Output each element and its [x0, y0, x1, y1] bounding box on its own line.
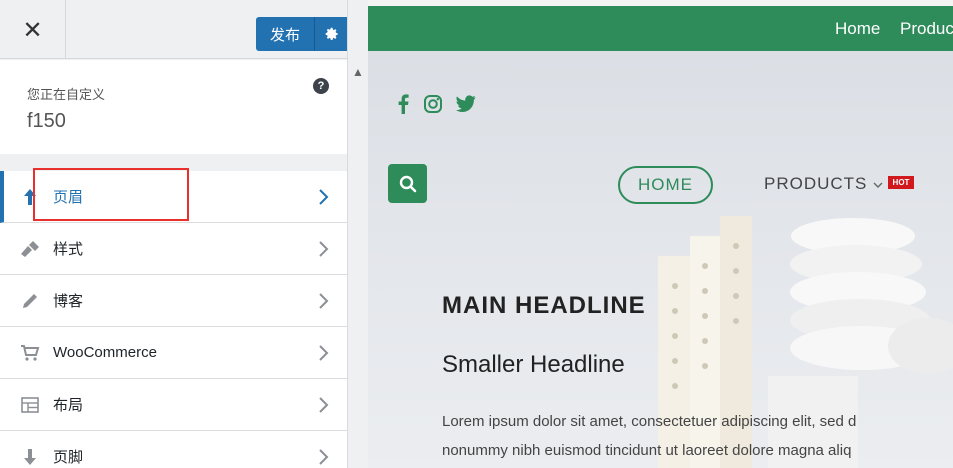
menu-item-label: 样式	[53, 241, 84, 258]
publish-settings-button[interactable]	[315, 27, 347, 41]
top-nav-products[interactable]: Produc	[900, 19, 953, 39]
site-title: f150	[27, 110, 66, 132]
arrow-up-icon	[20, 187, 40, 207]
menu-item-label: 页眉	[53, 189, 84, 206]
menu-item-woocommerce[interactable]: WooCommerce	[0, 327, 347, 379]
scroll-up-arrow[interactable]: ▲	[348, 62, 368, 82]
body-text-line-1: Lorem ipsum dolor sit amet, consectetuer…	[442, 413, 857, 430]
customizer-header: ✕ 发布	[0, 0, 347, 59]
chevron-right-icon	[319, 344, 329, 361]
chevron-right-icon	[319, 292, 329, 309]
facebook-icon[interactable]	[393, 94, 413, 114]
menu-item-label: WooCommerce	[53, 344, 157, 361]
brush-icon	[20, 239, 40, 259]
section-gap	[0, 154, 347, 171]
menu-item-label: 布局	[53, 397, 84, 414]
publish-button[interactable]: 发布	[256, 24, 314, 45]
site-frame: Home Produc HOME PRODUCTS HOT MAIN HEADL…	[368, 6, 953, 468]
instagram-icon[interactable]	[423, 94, 443, 114]
chevron-right-icon	[319, 188, 329, 205]
gear-icon	[325, 27, 338, 40]
help-icon[interactable]: ?	[313, 78, 329, 94]
menu-item-layout[interactable]: 布局	[0, 379, 347, 431]
pencil-icon	[20, 291, 40, 311]
nav-home[interactable]: HOME	[618, 166, 713, 204]
menu-item-style[interactable]: 样式	[0, 223, 347, 275]
search-icon	[399, 175, 416, 192]
customizer-panel: ✕ 发布 您正在自定义 f150 ? 页眉 样式 博客 WooCommerce …	[0, 0, 348, 468]
top-nav-home[interactable]: Home	[835, 19, 880, 39]
main-headline: MAIN HEADLINE	[442, 292, 646, 319]
chevron-down-icon	[873, 182, 883, 188]
menu-item-label: 博客	[53, 293, 84, 310]
nav-products-label: PRODUCTS	[764, 174, 868, 193]
menu-item-header[interactable]: 页眉	[0, 171, 347, 223]
customizing-info: 您正在自定义 f150 ?	[0, 60, 347, 154]
twitter-icon[interactable]	[456, 94, 476, 114]
publish-button-group: 发布	[256, 17, 347, 51]
hot-badge: HOT	[888, 176, 914, 189]
chevron-right-icon	[319, 448, 329, 465]
close-button[interactable]: ✕	[0, 0, 66, 59]
chevron-right-icon	[319, 396, 329, 413]
body-text-line-2: nonummy nibh euismod tincidunt ut laoree…	[442, 442, 852, 459]
site-top-bar: Home Produc	[368, 6, 953, 51]
menu-item-footer[interactable]: 页脚	[0, 431, 347, 468]
cart-icon	[20, 343, 40, 363]
chevron-right-icon	[319, 240, 329, 257]
close-icon: ✕	[22, 15, 43, 44]
arrow-down-icon	[20, 447, 40, 467]
customizing-label: 您正在自定义	[27, 87, 106, 102]
search-button[interactable]	[388, 164, 427, 203]
menu-item-label: 页脚	[53, 449, 84, 466]
layout-icon	[20, 395, 40, 415]
smaller-headline: Smaller Headline	[442, 351, 625, 378]
nav-products[interactable]: PRODUCTS	[764, 174, 883, 194]
site-preview: ▲ Home Produc HOME PRODUCTS HOT MAIN HEA…	[348, 0, 953, 468]
menu-item-blog[interactable]: 博客	[0, 275, 347, 327]
customizer-menu: 页眉 样式 博客 WooCommerce 布局 页脚	[0, 171, 347, 468]
